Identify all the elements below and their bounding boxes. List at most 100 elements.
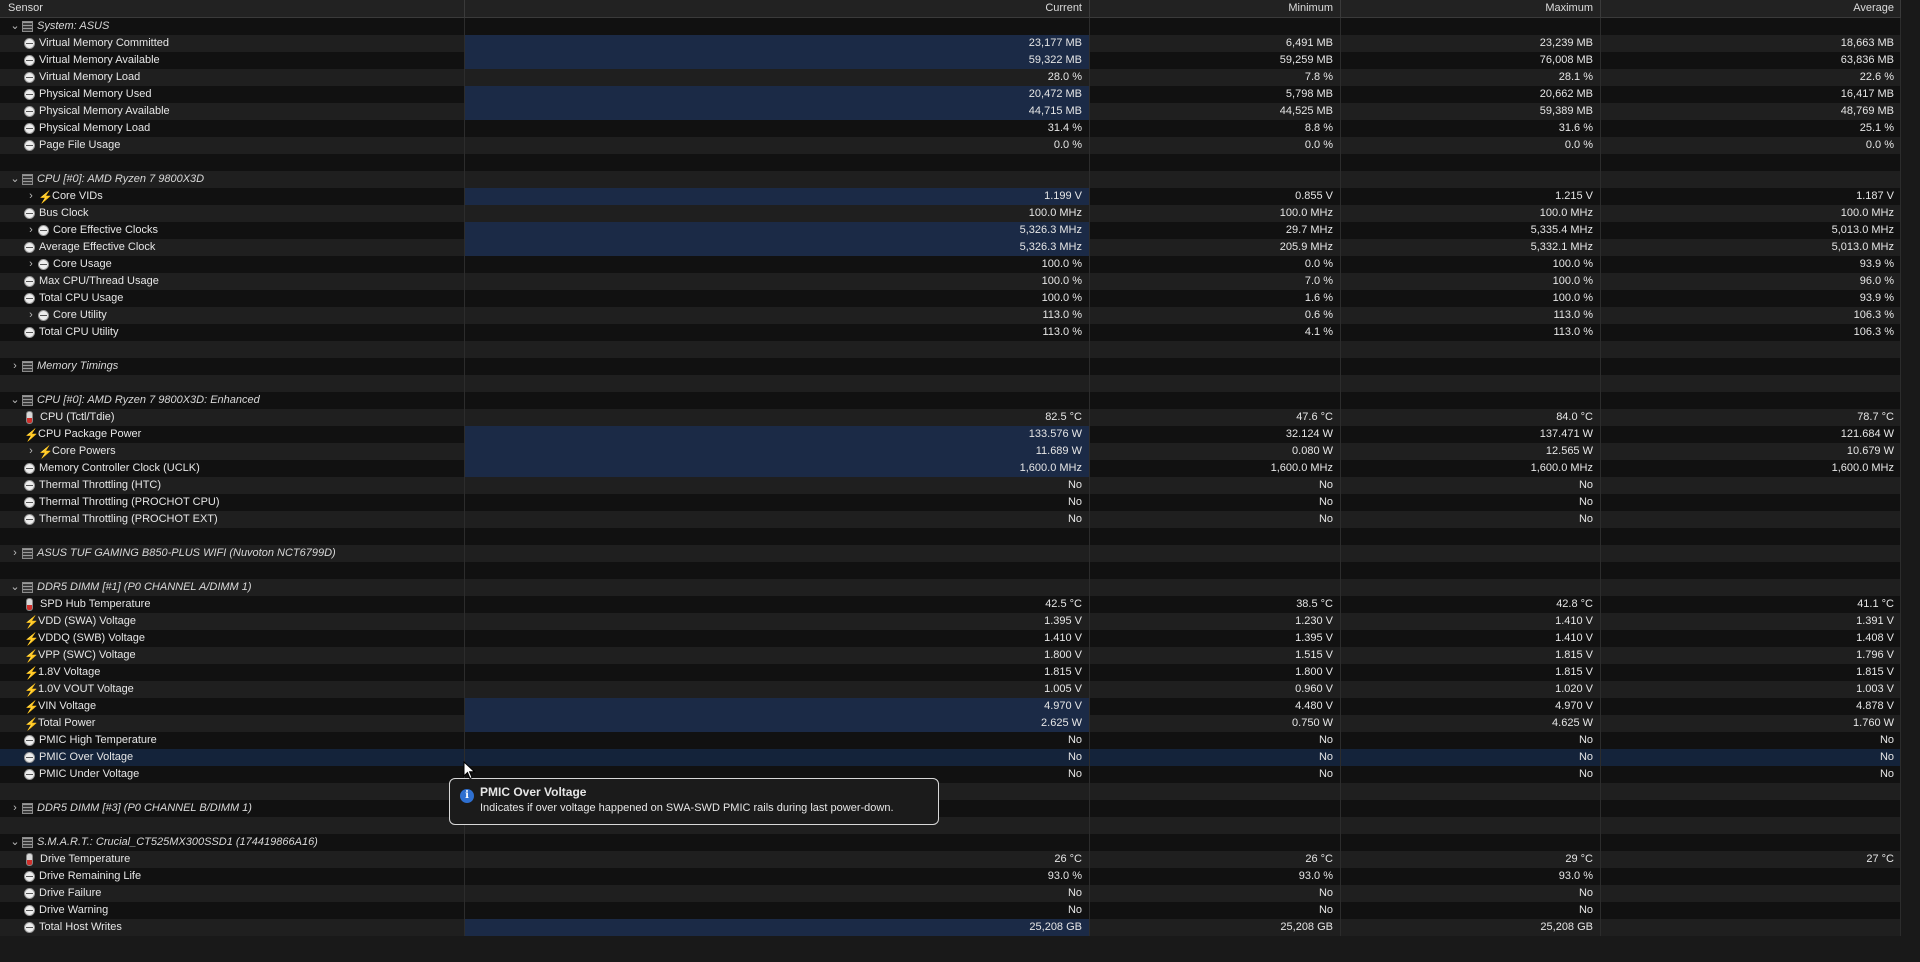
average-value: 1.815 V bbox=[1601, 664, 1901, 681]
sensor-row[interactable]: ⚡ Total Power 2.625 W 0.750 W 4.625 W 1.760 W bbox=[0, 715, 1901, 732]
chevron-right-icon[interactable]: › bbox=[24, 307, 38, 324]
sensor-row[interactable]: Physical Memory Used 20,472 MB 5,798 MB 20,… bbox=[0, 86, 1901, 103]
maximum-value: 12.565 W bbox=[1341, 443, 1601, 460]
sensor-list[interactable]: ⌄ System: ASUS Virtual Memory Committed 23,… bbox=[0, 18, 1901, 943]
sensor-row[interactable]: Memory Controller Clock (UCLK) 1,600.0 MH… bbox=[0, 460, 1901, 477]
sensor-label: Bus Clock bbox=[39, 207, 89, 219]
sensor-row[interactable]: ⚡ CPU Package Power 133.576 W 32.124 W 137.4… bbox=[0, 426, 1901, 443]
sensor-row[interactable]: Total Host Writes 25,208 GB 25,208 GB 25,20… bbox=[0, 919, 1901, 936]
chevron-down-icon[interactable]: ⌄ bbox=[8, 18, 22, 35]
sensor-row[interactable]: Total CPU Utility 113.0 % 4.1 % 113.0 % 106.… bbox=[0, 324, 1901, 341]
sensor-label: Total CPU Usage bbox=[39, 292, 124, 304]
chevron-right-icon[interactable]: › bbox=[24, 256, 38, 273]
sensor-group-row[interactable]: › ASUS TUF GAMING B850-PLUS WIFI (Nuvoton… bbox=[0, 545, 1901, 562]
chevron-down-icon[interactable]: ⌄ bbox=[8, 392, 22, 409]
sensor-row[interactable]: Drive Failure No No No bbox=[0, 885, 1901, 902]
sensor-group-row[interactable]: ⌄ CPU [#0]: AMD Ryzen 7 9800X3D bbox=[0, 171, 1901, 188]
sensor-row[interactable]: ⚡ VPP (SWC) Voltage 1.800 V 1.515 V 1.815 V1… bbox=[0, 647, 1901, 664]
minimum-value: 1,600.0 MHz bbox=[1090, 460, 1341, 477]
sensor-row[interactable]: ⚡ VIN Voltage 4.970 V 4.480 V 4.970 V 4.878 V bbox=[0, 698, 1901, 715]
sensor-row[interactable]: Drive Remaining Life 93.0 % 93.0 % 93.0 % bbox=[0, 868, 1901, 885]
sensor-row[interactable]: PMIC Over Voltage No No No No bbox=[0, 749, 1901, 766]
chevron-down-icon[interactable]: ⌄ bbox=[8, 171, 22, 188]
current-value bbox=[465, 562, 1090, 579]
sensor-group-row[interactable]: ⌄ System: ASUS bbox=[0, 18, 1901, 35]
sensor-label: VDDQ (SWB) Voltage bbox=[38, 632, 145, 644]
column-maximum[interactable]: Maximum bbox=[1341, 0, 1601, 17]
minimum-value: No bbox=[1090, 749, 1341, 766]
sensor-row[interactable]: Drive Warning No No No bbox=[0, 902, 1901, 919]
minimum-value bbox=[1090, 358, 1341, 375]
minimum-value bbox=[1090, 800, 1341, 817]
column-sensor[interactable]: Sensor bbox=[0, 0, 465, 17]
sensor-group-row[interactable]: ⌄ CPU [#0]: AMD Ryzen 7 9800X3D: Enhanced bbox=[0, 392, 1901, 409]
sensor-row[interactable]: Max CPU/Thread Usage 100.0 % 7.0 % 100.0 % 9… bbox=[0, 273, 1901, 290]
sensor-group-row[interactable]: ⌄ DDR5 DIMM [#1] (P0 CHANNEL A/DIMM 1) bbox=[0, 579, 1901, 596]
maximum-value bbox=[1341, 18, 1601, 35]
sensor-row[interactable]: Bus Clock 100.0 MHz 100.0 MHz 100.0 MHz 100.… bbox=[0, 205, 1901, 222]
average-value: 16,417 MB bbox=[1601, 86, 1901, 103]
current-value bbox=[465, 545, 1090, 562]
sensor-row[interactable]: Drive Temperature 26 °C 26 °C 29 °C 27 °C bbox=[0, 851, 1901, 868]
sensor-group-row[interactable]: › Memory Timings bbox=[0, 358, 1901, 375]
current-value: No bbox=[465, 749, 1090, 766]
sensor-row[interactable]: › Core Effective Clocks 5,326.3 MHz 29.7 MH… bbox=[0, 222, 1901, 239]
minimum-value: 26 °C bbox=[1090, 851, 1341, 868]
sensor-row[interactable]: ⚡ 1.0V VOUT Voltage 1.005 V 0.960 V 1.020 V1… bbox=[0, 681, 1901, 698]
lightning-icon: ⚡ bbox=[24, 665, 39, 680]
sensor-row[interactable]: Total CPU Usage 100.0 % 1.6 % 100.0 % 93.9 % bbox=[0, 290, 1901, 307]
maximum-value bbox=[1341, 579, 1601, 596]
gauge-icon bbox=[38, 225, 49, 236]
sensor-row[interactable]: SPD Hub Temperature 42.5 °C 38.5 °C 42.8 °C… bbox=[0, 596, 1901, 613]
sensor-name-cell: ⚡ 1.0V VOUT Voltage bbox=[0, 681, 465, 698]
sensor-group-row[interactable]: › DDR5 DIMM [#3] (P0 CHANNEL B/DIMM 1) bbox=[0, 800, 1901, 817]
average-value: 5,013.0 MHz bbox=[1601, 222, 1901, 239]
gauge-icon bbox=[24, 55, 35, 66]
sensor-name-cell: Thermal Throttling (PROCHOT CPU) bbox=[0, 494, 465, 511]
sensor-row[interactable]: Physical Memory Load 31.4 % 8.8 % 31.6 % 25.… bbox=[0, 120, 1901, 137]
chevron-right-icon[interactable]: › bbox=[24, 443, 38, 460]
sensor-row[interactable]: Virtual Memory Load 28.0 % 7.8 % 28.1 % 22.6… bbox=[0, 69, 1901, 86]
sensor-row[interactable]: Average Effective Clock 5,326.3 MHz 205.9 … bbox=[0, 239, 1901, 256]
column-minimum[interactable]: Minimum bbox=[1090, 0, 1341, 17]
chevron-down-icon[interactable]: ⌄ bbox=[8, 834, 22, 851]
column-current[interactable]: Current bbox=[465, 0, 1090, 17]
sensor-row[interactable]: Physical Memory Available 44,715 MB 44,525… bbox=[0, 103, 1901, 120]
sensor-row[interactable]: Virtual Memory Committed 23,177 MB 6,491 M… bbox=[0, 35, 1901, 52]
average-value: 1.003 V bbox=[1601, 681, 1901, 698]
sensor-row[interactable]: PMIC Under Voltage No No No No bbox=[0, 766, 1901, 783]
average-value bbox=[1601, 494, 1901, 511]
sensor-name-cell: ⌄ CPU [#0]: AMD Ryzen 7 9800X3D bbox=[0, 171, 465, 188]
sensor-name-cell: SPD Hub Temperature bbox=[0, 596, 465, 613]
average-value bbox=[1601, 477, 1901, 494]
minimum-value bbox=[1090, 545, 1341, 562]
sensor-row[interactable]: PMIC High Temperature No No No No bbox=[0, 732, 1901, 749]
sensor-row[interactable]: ⚡ 1.8V Voltage 1.815 V 1.800 V 1.815 V 1.815 … bbox=[0, 664, 1901, 681]
sensor-row[interactable]: › Core Utility 113.0 % 0.6 % 113.0 % 106.3 % bbox=[0, 307, 1901, 324]
chevron-down-icon[interactable]: ⌄ bbox=[8, 579, 22, 596]
sensor-row[interactable]: › ⚡ Core Powers 11.689 W 0.080 W 12.565 W 10.6… bbox=[0, 443, 1901, 460]
sensor-group-row[interactable]: ⌄ S.M.A.R.T.: Crucial_CT525MX300SSD1 (174… bbox=[0, 834, 1901, 851]
chevron-right-icon[interactable]: › bbox=[8, 800, 22, 817]
chevron-right-icon[interactable]: › bbox=[24, 222, 38, 239]
sensor-row[interactable]: › Core Usage 100.0 % 0.0 % 100.0 % 93.9 % bbox=[0, 256, 1901, 273]
average-value: No bbox=[1601, 732, 1901, 749]
sensor-row[interactable]: ⚡ VDD (SWA) Voltage 1.395 V 1.230 V 1.410 V1… bbox=[0, 613, 1901, 630]
sensor-row[interactable]: Thermal Throttling (PROCHOT CPU) No No No bbox=[0, 494, 1901, 511]
sensor-row[interactable]: Page File Usage 0.0 % 0.0 % 0.0 % 0.0 % bbox=[0, 137, 1901, 154]
column-average[interactable]: Average bbox=[1601, 0, 1901, 17]
sensor-row[interactable]: ⚡ VDDQ (SWB) Voltage 1.410 V 1.395 V 1.410 V… bbox=[0, 630, 1901, 647]
chevron-right-icon[interactable]: › bbox=[8, 545, 22, 562]
sensor-row[interactable]: Virtual Memory Available 59,322 MB 59,259 … bbox=[0, 52, 1901, 69]
minimum-value: 0.855 V bbox=[1090, 188, 1341, 205]
sensor-row[interactable]: CPU (Tctl/Tdie) 82.5 °C 47.6 °C 84.0 °C 78.7… bbox=[0, 409, 1901, 426]
maximum-value: 1.410 V bbox=[1341, 613, 1601, 630]
maximum-value bbox=[1341, 783, 1601, 800]
sensor-row[interactable]: Thermal Throttling (HTC) No No No bbox=[0, 477, 1901, 494]
sensor-label: Drive Remaining Life bbox=[39, 870, 142, 882]
chevron-right-icon[interactable]: › bbox=[8, 358, 22, 375]
sensor-row[interactable]: › ⚡ Core VIDs 1.199 V 0.855 V 1.215 V 1.187 V bbox=[0, 188, 1901, 205]
minimum-value bbox=[1090, 562, 1341, 579]
sensor-row[interactable]: Thermal Throttling (PROCHOT EXT) No No No bbox=[0, 511, 1901, 528]
chevron-right-icon[interactable]: › bbox=[24, 188, 38, 205]
